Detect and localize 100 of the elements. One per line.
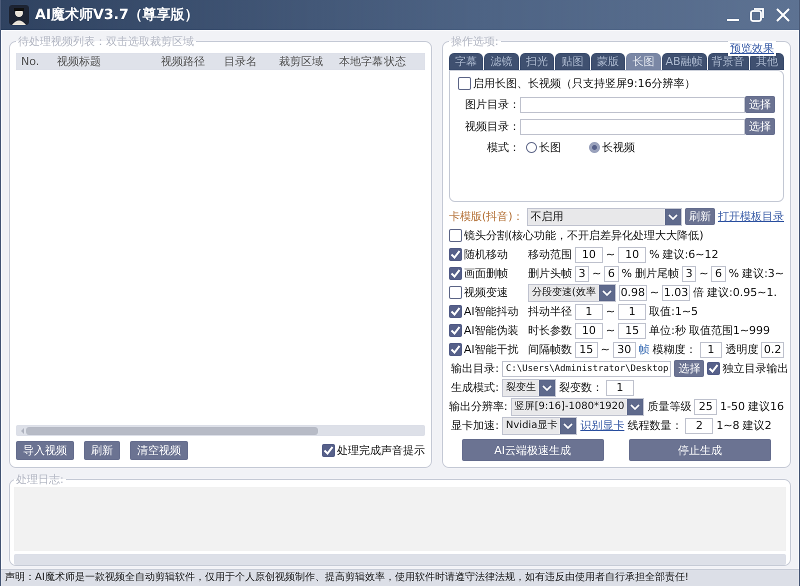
select-button[interactable]: 选择 bbox=[745, 118, 775, 135]
label: 时长参数 bbox=[528, 323, 572, 338]
action-button[interactable]: 停止生成 bbox=[629, 439, 772, 461]
scrollbar[interactable] bbox=[14, 554, 786, 565]
tab[interactable]: 蒙版 bbox=[590, 53, 626, 70]
label: 倍 bbox=[693, 285, 704, 300]
label: 删片尾帧 bbox=[634, 266, 679, 281]
label: 建议:6~12 bbox=[662, 247, 718, 262]
label: 输出目录: bbox=[450, 361, 499, 376]
restore-icon bbox=[749, 7, 765, 23]
label: 裂变数： bbox=[558, 380, 603, 395]
tab[interactable]: 扫光 bbox=[520, 53, 554, 70]
number-field[interactable]: 3 bbox=[682, 266, 696, 282]
number-field[interactable]: 1.03 bbox=[662, 284, 690, 300]
tab[interactable]: AB融帧 bbox=[662, 53, 707, 70]
tab[interactable]: 贴图 bbox=[555, 53, 590, 70]
checkmark-icon bbox=[450, 344, 461, 355]
label: 建议2 bbox=[742, 418, 772, 433]
label: 建议:3~ bbox=[742, 266, 784, 281]
checkmark-icon bbox=[322, 444, 334, 456]
toolbar-button[interactable]: 导入视频 bbox=[16, 440, 74, 460]
number-field[interactable]: 0.2 bbox=[761, 342, 784, 358]
number-field[interactable]: 3 bbox=[574, 266, 590, 282]
number-field[interactable]: 15 bbox=[618, 322, 646, 338]
tab[interactable]: 滤镜 bbox=[484, 53, 519, 70]
checkbox[interactable]: 处理完成声音提示 bbox=[322, 442, 425, 458]
label: ~ bbox=[606, 305, 616, 318]
label: 删片头帧 bbox=[528, 266, 572, 281]
number-field[interactable]: 0.98 bbox=[618, 284, 647, 300]
action-button[interactable]: AI云端极速生成 bbox=[462, 439, 604, 461]
checkbox[interactable]: 启用长图、长视频（只支持竖屏9:16分辨率） bbox=[458, 76, 696, 91]
tab[interactable]: 其他 bbox=[750, 53, 784, 70]
radio-button[interactable]: 长图 bbox=[526, 140, 561, 155]
checkbox[interactable]: 镜头分割(核心功能，不开启差异化处理大大降低) bbox=[448, 228, 704, 243]
panel-legend: 处理日志: bbox=[14, 472, 66, 487]
toolbar-button[interactable]: 清空视频 bbox=[130, 440, 188, 460]
label: ~ bbox=[600, 343, 610, 356]
close-icon bbox=[775, 7, 791, 23]
number-field[interactable]: 1 bbox=[606, 380, 634, 396]
select-button[interactable]: 选择 bbox=[674, 360, 704, 377]
number-field[interactable]: 1 bbox=[574, 304, 603, 320]
column-header[interactable]: 视频路径 bbox=[156, 54, 219, 69]
label: 建议:0.95~1. bbox=[707, 285, 777, 300]
scrollbar[interactable] bbox=[16, 425, 425, 436]
number-field[interactable]: 30 bbox=[612, 342, 636, 358]
label: 视频目录： bbox=[464, 119, 520, 134]
column-header[interactable]: 视频标题 bbox=[52, 54, 156, 69]
label: 卡模版(抖音)： bbox=[448, 209, 524, 224]
label: ~ bbox=[650, 286, 660, 299]
checkbox[interactable]: AI智能干扰 bbox=[448, 342, 525, 357]
label: % bbox=[622, 267, 632, 280]
tab[interactable]: 背景音 bbox=[708, 53, 749, 70]
checkbox[interactable]: 画面删帧 bbox=[448, 266, 525, 281]
checkbox[interactable]: AI智能抖动 bbox=[448, 304, 525, 319]
number-field[interactable]: 10 bbox=[618, 246, 646, 262]
toolbar-button[interactable]: 刷新 bbox=[84, 440, 120, 460]
label: 输出分辨率: bbox=[448, 399, 508, 414]
checkmark-icon bbox=[450, 268, 461, 279]
checkbox[interactable]: 随机移动 bbox=[448, 247, 525, 262]
preview-link[interactable]: 预览效果 bbox=[728, 41, 776, 56]
link[interactable]: 打开模板目录 bbox=[718, 209, 784, 224]
number-field[interactable]: 10 bbox=[574, 246, 603, 262]
checkbox[interactable]: 独立目录输出 bbox=[707, 361, 788, 376]
number-field[interactable]: 25 bbox=[694, 398, 718, 414]
number-field[interactable]: 10 bbox=[574, 322, 603, 338]
checkmark-icon bbox=[708, 363, 720, 374]
label: 质量等级 bbox=[647, 399, 692, 414]
label: 显卡加速: bbox=[450, 418, 499, 433]
label: % bbox=[728, 267, 740, 280]
label: 1-50 bbox=[720, 400, 745, 413]
radio-button[interactable]: 长视频 bbox=[588, 140, 635, 155]
column-header[interactable]: No. bbox=[16, 55, 52, 68]
path-field[interactable]: C:\Users\Administrator\Desktop bbox=[502, 360, 672, 376]
path-field[interactable] bbox=[520, 96, 745, 112]
number-field[interactable]: 1 bbox=[618, 304, 646, 320]
number-field[interactable]: 2 bbox=[685, 418, 714, 434]
checkmark-icon bbox=[450, 325, 461, 336]
label: 间隔帧数 bbox=[528, 342, 572, 357]
checkbox[interactable]: AI智能伪装 bbox=[448, 323, 525, 338]
label: 生成模式: bbox=[450, 380, 499, 395]
column-header[interactable]: 裁剪区域 bbox=[274, 54, 334, 69]
label: 帧 bbox=[638, 342, 650, 357]
label: 1~8 bbox=[716, 419, 740, 432]
number-field[interactable]: 6 bbox=[604, 266, 619, 282]
label: ~ bbox=[592, 267, 602, 280]
select-button[interactable]: 刷新 bbox=[685, 208, 715, 225]
label: ~ bbox=[606, 324, 616, 337]
column-header[interactable]: 目录名 bbox=[219, 54, 274, 69]
checkbox[interactable]: 视频变速 bbox=[448, 285, 525, 300]
number-field[interactable]: 6 bbox=[711, 266, 726, 282]
link[interactable]: 识别显卡 bbox=[580, 418, 624, 433]
window-title: AI魔术师V3.7（尊享版） bbox=[35, 6, 199, 24]
checkmark-icon bbox=[450, 306, 461, 317]
select-button[interactable]: 选择 bbox=[745, 96, 775, 113]
minimize-icon bbox=[727, 19, 739, 21]
path-field[interactable] bbox=[520, 118, 745, 134]
number-field[interactable]: 1 bbox=[700, 342, 722, 358]
tab[interactable]: 字幕 bbox=[448, 53, 484, 70]
number-field[interactable]: 15 bbox=[574, 342, 598, 358]
checkmark-icon bbox=[450, 249, 461, 260]
